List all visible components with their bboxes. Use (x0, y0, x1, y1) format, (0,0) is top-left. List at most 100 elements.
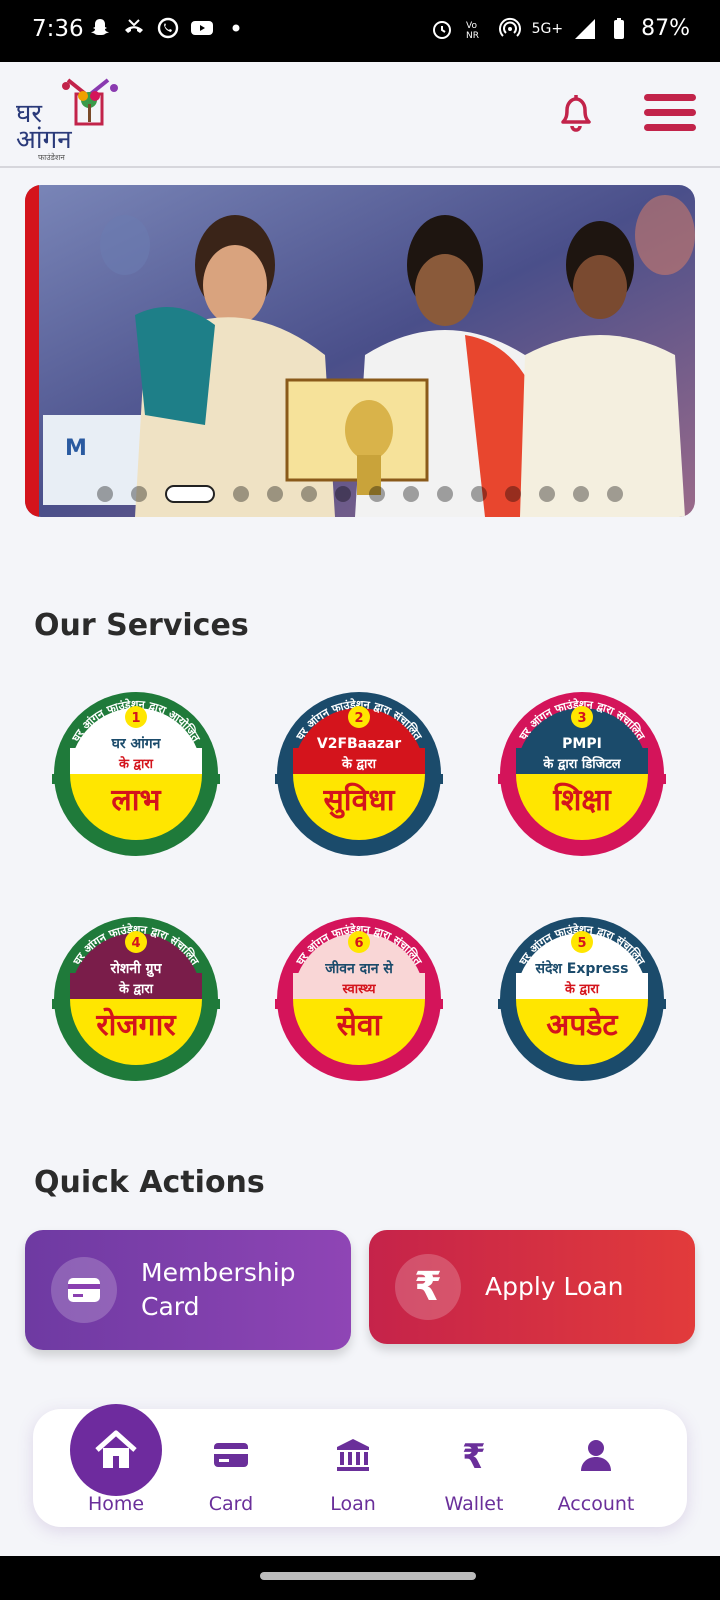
service-badge[interactable]: घर आंगन फाउंडेशन द्वारा आयोजित 1 घर आंगन के… (52, 690, 220, 858)
snapchat-icon (91, 19, 109, 35)
service-badge[interactable]: घर आंगन फाउंडेशन द्वारा संचालित 2 V2FBaaza… (275, 690, 443, 858)
service-subtext: के द्वारा डिजिटल (542, 756, 621, 772)
carousel-dot[interactable] (131, 486, 147, 502)
service-main-text: सेवा (336, 1007, 383, 1043)
svg-text:₹: ₹ (462, 1437, 486, 1473)
service-main-text: रोजगार (95, 1007, 177, 1043)
signal-icon (575, 18, 596, 39)
bell-icon[interactable] (553, 88, 599, 134)
carousel-dot[interactable] (437, 486, 453, 502)
carousel-dot[interactable] (335, 486, 351, 502)
service-brand: रोशनी ग्रुप (110, 960, 163, 978)
carousel-dot[interactable] (539, 486, 555, 502)
carousel-indicators (25, 485, 695, 503)
youtube-icon (191, 21, 213, 35)
nav-home-label: Home (87, 1493, 145, 1515)
service-number: 3 (577, 711, 586, 726)
service-number: 6 (354, 936, 363, 951)
service-subtext: के द्वारा (341, 756, 377, 772)
app-header: घर आंगन फाउंडेशन (0, 62, 720, 168)
nav-loan[interactable]: Loan (298, 1409, 408, 1527)
nav-loan-label: Loan (330, 1493, 376, 1515)
service-number: 1 (131, 711, 140, 726)
nav-home[interactable]: Home (70, 1404, 181, 1527)
service-badge[interactable]: घर आंगन फाउंडेशन द्वारा संचालित 5 संदेश Ex… (498, 915, 666, 1083)
more-dot-icon (232, 24, 240, 32)
user-icon (581, 1440, 611, 1471)
carousel-dot[interactable] (403, 486, 419, 502)
menu-line (644, 109, 696, 116)
service-main-text: अपडेट (546, 1007, 619, 1043)
hotspot-icon (498, 17, 521, 37)
apply-loan-label: Apply Loan (485, 1272, 624, 1301)
membership-label-line1: Membership (141, 1258, 296, 1287)
carousel-dot-active[interactable] (165, 485, 215, 503)
service-number: 5 (577, 936, 586, 951)
rupee-icon: ₹ (395, 1254, 461, 1320)
ghar-aangan-logo[interactable]: घर आंगन फाउंडेशन (16, 76, 121, 162)
services-title: Our Services (34, 608, 249, 643)
service-main-text: सुविधा (323, 782, 396, 819)
svg-text:Vo: Vo (466, 21, 477, 31)
membership-card-button[interactable]: Membership Card (25, 1230, 351, 1350)
service-badge[interactable]: घर आंगन फाउंडेशन द्वारा संचालित 4 रोशनी ग्… (52, 915, 220, 1083)
home-active-bubble (70, 1404, 162, 1496)
rupee-symbol: ₹ (414, 1264, 442, 1310)
service-subtext: स्वास्थ्य (341, 982, 375, 997)
service-brand: PMPI (562, 736, 602, 752)
carousel-dot[interactable] (471, 486, 487, 502)
nav-wallet[interactable]: ₹ Wallet (419, 1409, 529, 1527)
home-icon (95, 1430, 137, 1468)
service-brand: घर आंगन (111, 736, 162, 752)
status-bar: 7:36 Vo NR 5G+ 87% (0, 0, 720, 62)
nav-card-label: Card (208, 1493, 254, 1515)
status-time: 7:36 (32, 16, 84, 42)
nav-wallet-label: Wallet (444, 1493, 504, 1515)
logo-subtext: फाउंडेशन (38, 152, 65, 162)
card-icon (214, 1443, 248, 1467)
battery-icon (614, 17, 625, 39)
network-type: 5G+ (531, 20, 564, 37)
gesture-bar-area (0, 1556, 720, 1600)
alarm-icon (432, 20, 451, 39)
service-brand: जीवन दान से (324, 960, 393, 977)
nav-account-label: Account (557, 1493, 635, 1515)
system-icons: Vo NR 5G+ 87% (430, 16, 690, 41)
missed-call-icon (125, 19, 143, 33)
apply-loan-button[interactable]: ₹ Apply Loan (369, 1230, 695, 1344)
carousel-dot[interactable] (573, 486, 589, 502)
carousel-dot[interactable] (505, 486, 521, 502)
service-subtext: के द्वारा (118, 756, 154, 772)
battery-percent: 87% (641, 16, 690, 41)
service-subtext: के द्वारा (564, 981, 600, 997)
menu-line (644, 124, 696, 131)
svg-text:M: M (65, 436, 87, 461)
service-main-text: शिक्षा (552, 782, 612, 818)
banner-carousel[interactable]: M (25, 185, 695, 517)
rupee-icon: ₹ (462, 1437, 486, 1473)
carousel-dot[interactable] (97, 486, 113, 502)
whatsapp-icon (157, 17, 179, 39)
bank-icon (337, 1439, 369, 1471)
notification-icons (88, 16, 248, 40)
menu-line (644, 94, 696, 101)
menu-icon[interactable] (644, 94, 696, 134)
nav-card[interactable]: Card (176, 1409, 286, 1527)
carousel-dot[interactable] (301, 486, 317, 502)
membership-card-label: Membership Card (141, 1256, 296, 1324)
service-number: 2 (354, 711, 363, 726)
nav-account[interactable]: Account (541, 1409, 651, 1527)
banner-photo: M (25, 185, 695, 517)
service-badge[interactable]: घर आंगन फाउंडेशन द्वारा संचालित 6 जीवन दान… (275, 915, 443, 1083)
logo-text-bottom: आंगन (16, 125, 72, 155)
carousel-dot[interactable] (369, 486, 385, 502)
carousel-dot[interactable] (233, 486, 249, 502)
carousel-dot[interactable] (267, 486, 283, 502)
membership-label-line2: Card (141, 1292, 200, 1321)
quick-actions-title: Quick Actions (34, 1165, 265, 1200)
carousel-dot[interactable] (607, 486, 623, 502)
bottom-navigation: Home Card Loan ₹ Wallet Account (33, 1404, 687, 1527)
service-badge[interactable]: घर आंगन फाउंडेशन द्वारा संचालित 3 PMPI के द… (498, 690, 666, 858)
card-icon (51, 1257, 117, 1323)
gesture-handle[interactable] (260, 1572, 476, 1580)
